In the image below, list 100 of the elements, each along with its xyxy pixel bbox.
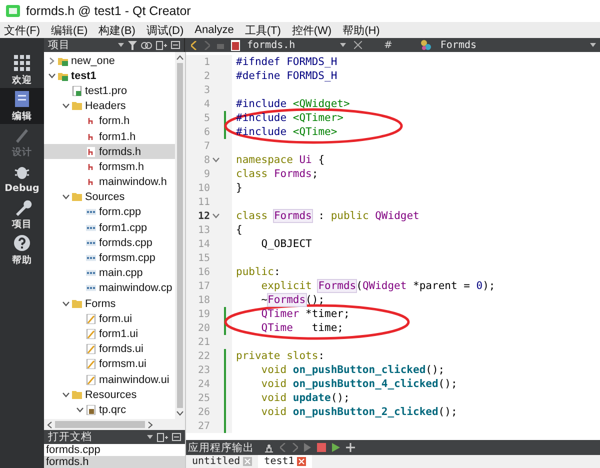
app-icon bbox=[6, 5, 20, 17]
folder-icon bbox=[58, 70, 68, 81]
code-line: #include <QWidget> bbox=[236, 98, 350, 110]
form-file-icon bbox=[86, 314, 96, 324]
code-line: class Formds; bbox=[236, 168, 318, 180]
menu-item[interactable]: 工具(T) bbox=[244, 22, 281, 38]
code-line: void on_pushButton_2_clicked(); bbox=[260, 406, 458, 418]
code-line: class Formds : public QWidget bbox=[236, 210, 420, 222]
scroll-right-icon bbox=[148, 420, 153, 428]
menu-item[interactable]: 帮助(H) bbox=[342, 22, 380, 38]
line-number: 9 bbox=[202, 168, 210, 180]
tree-item[interactable]: Headers bbox=[85, 100, 126, 112]
dropdown-icon bbox=[147, 435, 153, 439]
scroll-left-icon bbox=[47, 420, 52, 428]
file-tab[interactable]: formds.h bbox=[247, 40, 296, 50]
menu-item[interactable]: 控件(W) bbox=[292, 22, 332, 38]
dropdown-icon bbox=[340, 43, 346, 47]
tree-item[interactable]: form.cpp bbox=[99, 206, 142, 218]
scroll-thumb[interactable] bbox=[55, 421, 145, 428]
play-icon bbox=[304, 443, 311, 452]
source-file-icon bbox=[86, 283, 96, 294]
close-icon[interactable] bbox=[297, 457, 306, 466]
tree-item[interactable]: form1.ui bbox=[99, 328, 138, 340]
menu-item[interactable]: 文件(F) bbox=[4, 22, 40, 38]
window-title: formds.h @ test1 - Qt Creator bbox=[26, 4, 191, 18]
scrollbar[interactable] bbox=[44, 419, 185, 430]
tree-item[interactable]: formsm.h bbox=[99, 160, 144, 173]
tree-item[interactable]: Sources bbox=[85, 191, 125, 204]
tree-item[interactable]: form.h bbox=[99, 115, 130, 128]
tree-item[interactable]: formds.cpp bbox=[99, 236, 152, 249]
panel-title: 应用程序输出 bbox=[188, 440, 254, 454]
tree-item[interactable]: form1.h bbox=[99, 130, 136, 143]
line-number: 10 bbox=[196, 182, 210, 194]
tree-item[interactable]: test1.pro bbox=[85, 84, 128, 97]
mode-button[interactable]: 欢迎 bbox=[0, 52, 44, 88]
form-file-icon bbox=[86, 374, 96, 385]
form-file-icon bbox=[86, 344, 96, 354]
line-number: 5 bbox=[202, 112, 210, 124]
plus-icon bbox=[346, 443, 355, 452]
tree-item[interactable]: Forms bbox=[85, 298, 116, 310]
code-line: #include <QTimer> bbox=[236, 112, 344, 124]
code-line: #include <QTime> bbox=[236, 126, 338, 138]
source-file-icon bbox=[86, 268, 96, 278]
line-number: 12 bbox=[196, 210, 210, 222]
line-number: 23 bbox=[196, 364, 210, 376]
document-item[interactable]: formds.h bbox=[44, 456, 185, 468]
line-number: 24 bbox=[196, 378, 210, 390]
mode-button[interactable]: 帮助 bbox=[0, 232, 44, 268]
tree-item[interactable]: main.cpp bbox=[99, 267, 143, 280]
code-line: void update(); bbox=[260, 392, 350, 404]
dropdown-icon bbox=[590, 43, 596, 47]
mode-button[interactable]: 项目 bbox=[0, 196, 44, 232]
tree-item[interactable]: new_one bbox=[71, 54, 115, 67]
source-file-icon bbox=[86, 207, 96, 218]
code-line: QTimer *timer; bbox=[260, 308, 350, 320]
menu-item[interactable]: 调试(D) bbox=[146, 22, 184, 38]
tree-item[interactable]: tp.qrc bbox=[99, 404, 126, 416]
line-number: 14 bbox=[196, 238, 210, 250]
tree-item[interactable]: form1.cpp bbox=[99, 222, 148, 234]
tree-item[interactable]: mainwindow.h bbox=[99, 176, 167, 188]
scroll-thumb[interactable] bbox=[177, 63, 183, 408]
mode-button[interactable]: 编辑 bbox=[0, 88, 44, 124]
line-number: 1 bbox=[202, 56, 210, 68]
document-item[interactable]: formds.cpp bbox=[44, 444, 185, 456]
tree-item[interactable]: Resources bbox=[85, 388, 137, 401]
help-icon bbox=[12, 233, 32, 253]
tree-item[interactable]: test1 bbox=[71, 70, 96, 82]
link-icon bbox=[141, 42, 152, 48]
split-icon bbox=[157, 432, 168, 442]
source-file-icon bbox=[86, 222, 96, 233]
symbol-selector[interactable]: Formds bbox=[440, 40, 477, 50]
folder-icon bbox=[58, 56, 68, 66]
code-line: #ifndef FORMDS_H bbox=[236, 56, 338, 68]
line-number: 7 bbox=[202, 140, 210, 152]
line-number: 15 bbox=[196, 252, 210, 264]
folder-icon bbox=[72, 192, 82, 202]
scroll-down-icon bbox=[176, 411, 184, 416]
class-icon bbox=[420, 40, 432, 50]
tree-item[interactable]: formsm.cpp bbox=[99, 252, 156, 264]
tree-item[interactable]: mainwindow.cp bbox=[99, 282, 172, 294]
tree-item[interactable]: mainwindow.ui bbox=[99, 374, 170, 386]
mode-button[interactable]: Debug bbox=[0, 160, 44, 196]
line-number: 3 bbox=[202, 84, 210, 96]
output-tab[interactable]: untitled bbox=[186, 455, 258, 468]
line-number: 22 bbox=[196, 350, 210, 362]
output-tab[interactable]: test1 bbox=[258, 455, 312, 468]
back-icon bbox=[280, 443, 286, 452]
menu-item[interactable]: 编辑(E) bbox=[51, 22, 88, 38]
tree-item[interactable]: form.ui bbox=[99, 312, 132, 325]
menu-item[interactable]: 构建(B) bbox=[98, 22, 136, 38]
header-file-icon bbox=[86, 146, 96, 157]
scrollbar[interactable] bbox=[175, 52, 185, 419]
tab-label: test1 bbox=[264, 456, 294, 467]
document-icon bbox=[12, 89, 32, 109]
tree-item[interactable]: formds.ui bbox=[99, 343, 144, 356]
tree-item[interactable]: formsm.ui bbox=[99, 358, 146, 370]
line-number: 20 bbox=[196, 322, 210, 334]
menu-item[interactable]: Analyze bbox=[194, 24, 234, 36]
panel-title: 项目 bbox=[48, 38, 70, 52]
close-icon bbox=[354, 41, 362, 49]
